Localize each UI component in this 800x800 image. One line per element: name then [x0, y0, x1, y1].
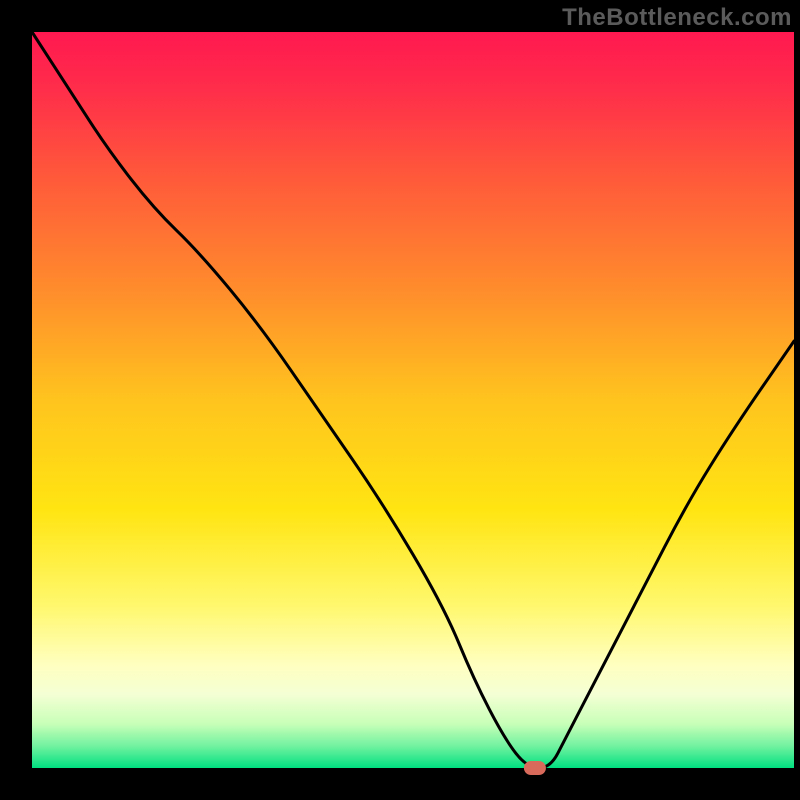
chart-background	[32, 32, 794, 768]
chart-frame: TheBottleneck.com	[0, 0, 800, 800]
bottleneck-chart	[0, 0, 800, 800]
optimum-marker	[524, 761, 546, 775]
watermark-text: TheBottleneck.com	[562, 4, 792, 32]
